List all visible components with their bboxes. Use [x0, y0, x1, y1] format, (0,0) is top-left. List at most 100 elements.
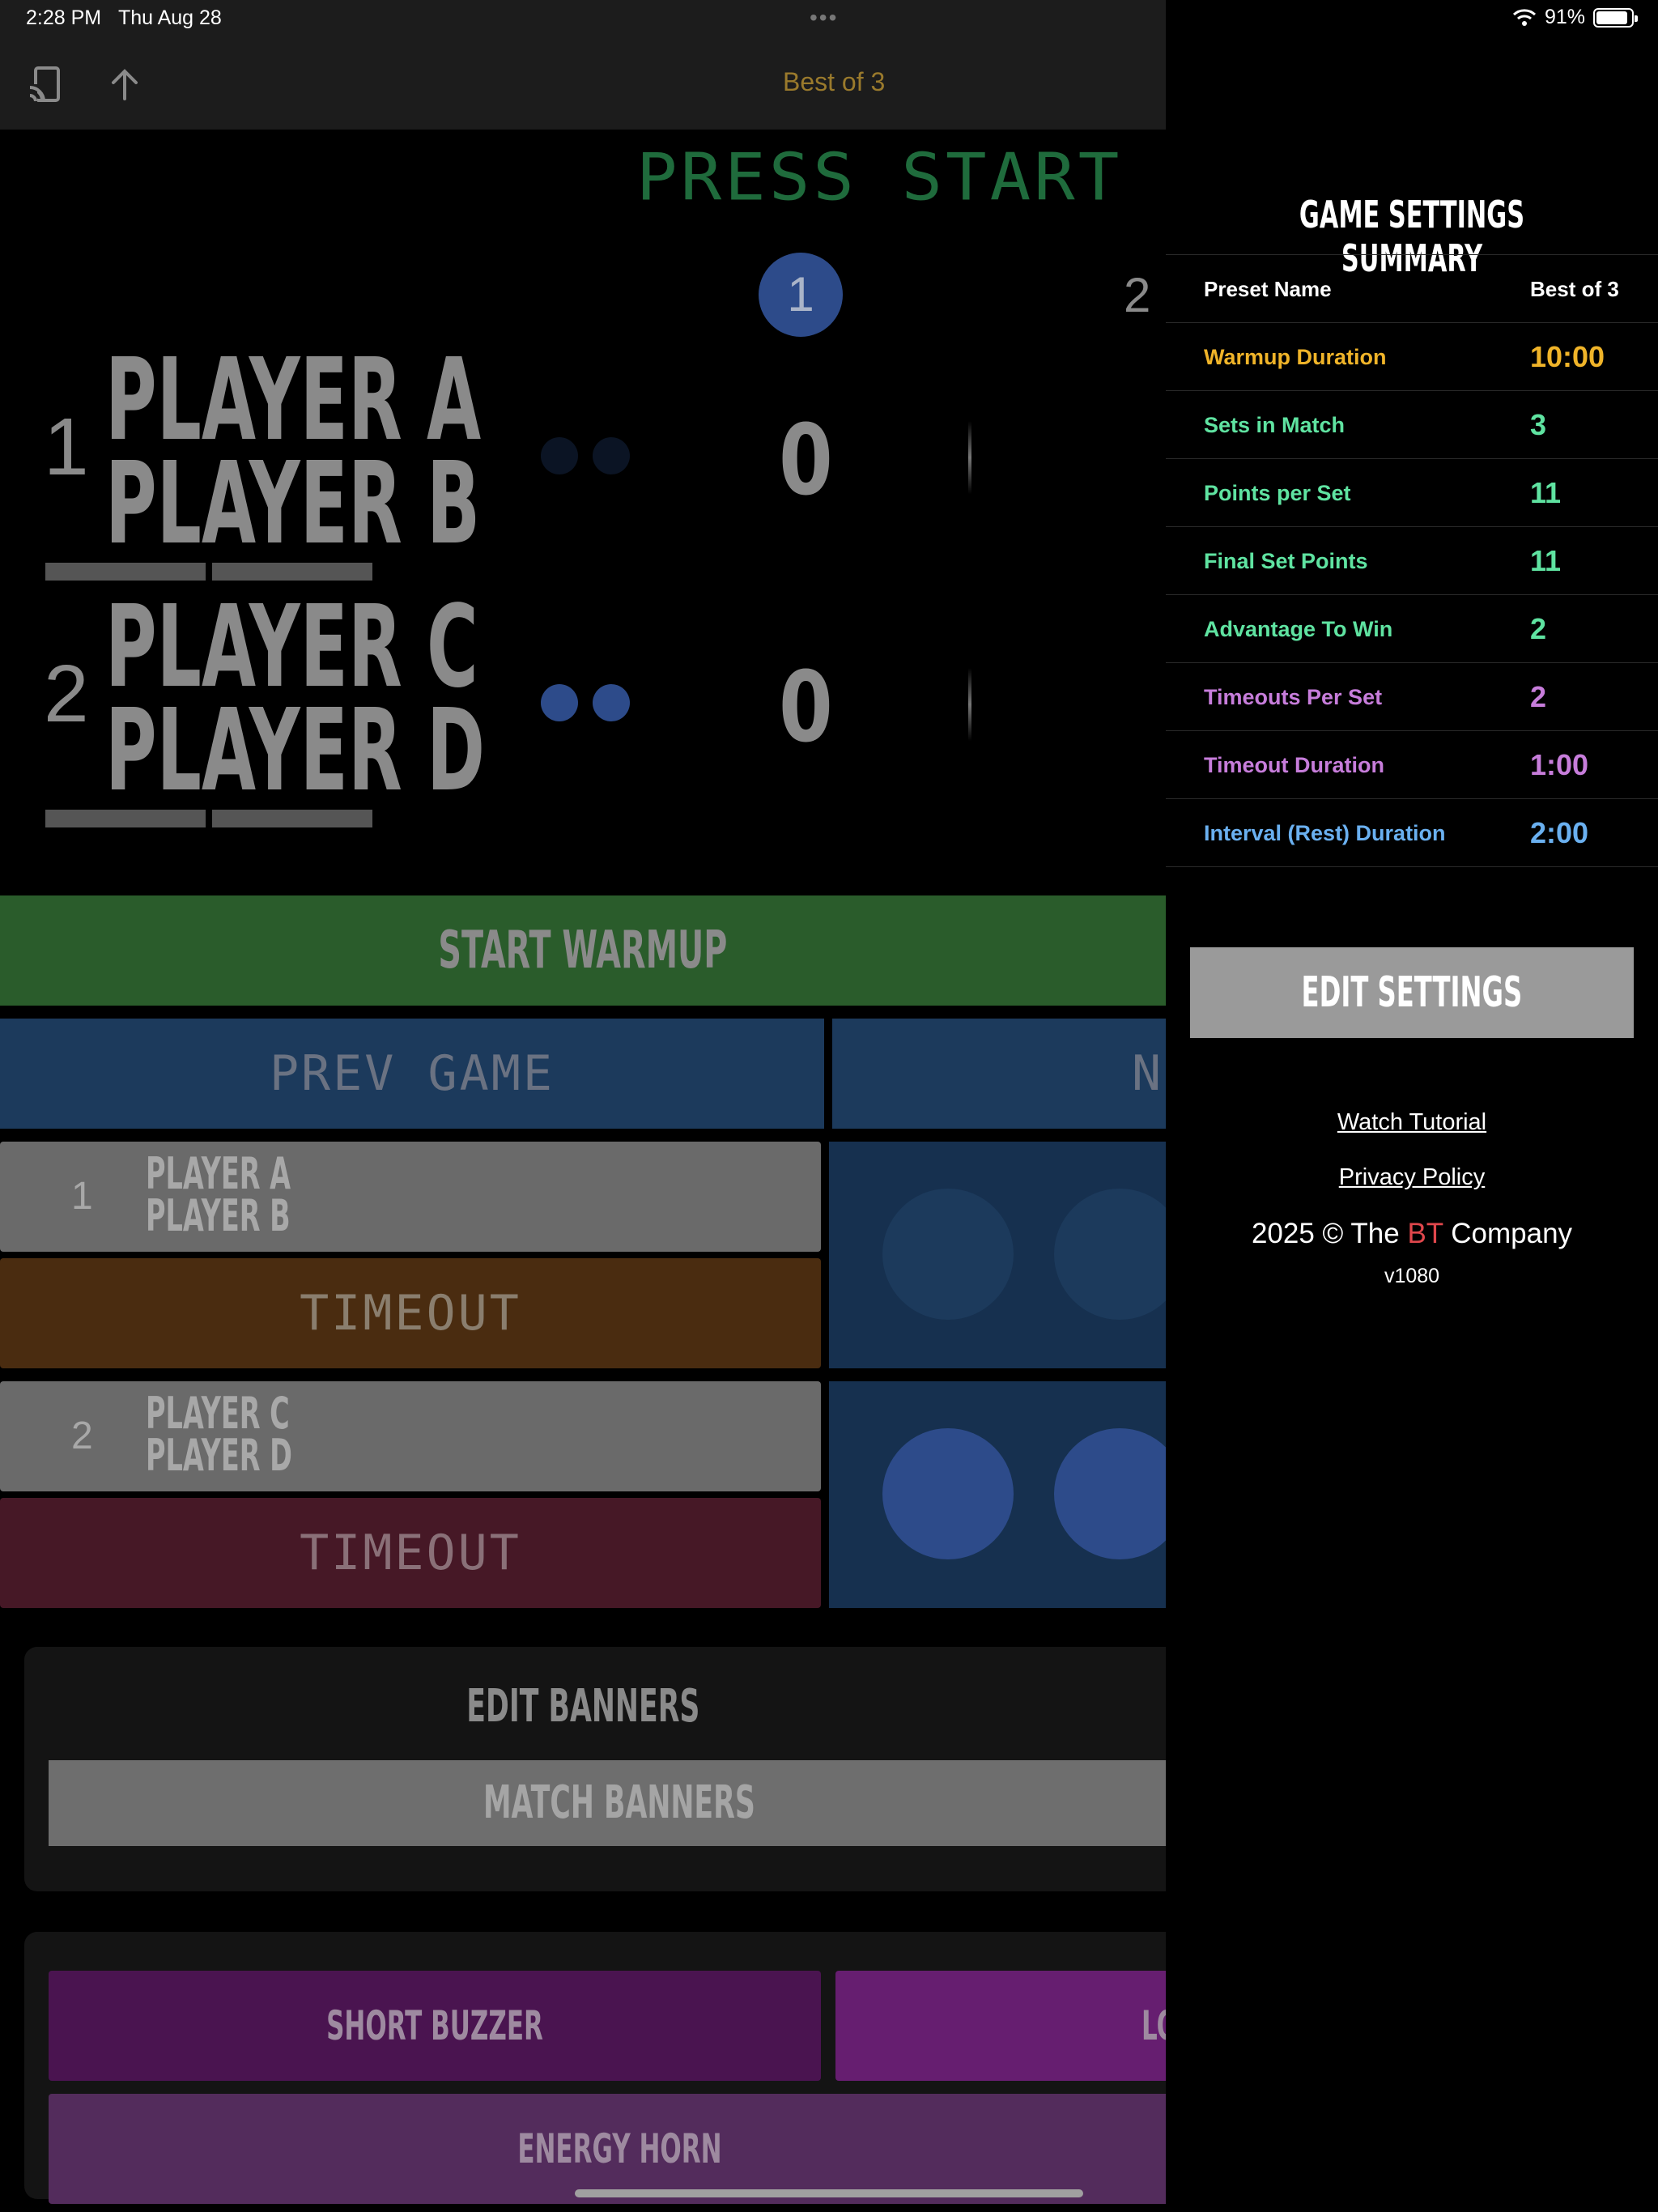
- settings-row-value: 2:00: [1530, 816, 1589, 849]
- long-buzzer-button[interactable]: LO: [835, 1971, 1166, 2081]
- settings-row-value: 11: [1530, 476, 1562, 509]
- copyright-brand: BT: [1407, 1218, 1443, 1249]
- status-right: 91%: [1512, 6, 1638, 29]
- team-1-row-player-1: PLAYER A: [146, 1148, 291, 1199]
- team-1-score: 0: [779, 405, 833, 517]
- watch-tutorial-link[interactable]: Watch Tutorial: [1166, 1109, 1658, 1136]
- settings-row: Interval (Rest) Duration 2:00: [1166, 799, 1658, 867]
- team-2-serve-dot-2: [593, 684, 630, 721]
- edit-settings-label: EDIT SETTINGS: [1301, 968, 1523, 1017]
- next-set-label: 2: [1124, 268, 1151, 322]
- nav-title: Best of 3: [783, 67, 886, 96]
- settings-row: Timeouts Per Set 2: [1166, 663, 1658, 731]
- settings-row: Points per Set 11: [1166, 459, 1658, 527]
- energy-horn-button[interactable]: ENERGY HORN: [49, 2094, 1166, 2204]
- team-2-row[interactable]: 2 PLAYER C PLAYER D: [0, 1381, 821, 1491]
- settings-row-label: Points per Set: [1204, 481, 1351, 505]
- settings-table: Preset Name Best of 3 Warmup Duration 10:00…: [1166, 254, 1658, 867]
- team-1-number: 1: [44, 402, 89, 492]
- team-2-timeout-bar-1: [45, 810, 206, 827]
- team-1-serve-dot-2: [593, 437, 630, 474]
- cast-icon[interactable]: [28, 65, 63, 105]
- settings-row-label: Preset Name: [1204, 277, 1332, 301]
- team-2-row-player-2: PLAYER D: [146, 1430, 292, 1481]
- team-2-player-2: PLAYER D: [105, 685, 486, 817]
- team-2-timeout-label: TIMEOUT: [300, 1525, 521, 1581]
- team-2-row-number: 2: [71, 1414, 93, 1457]
- start-warmup-button[interactable]: START WARMUP: [0, 895, 1166, 1006]
- share-arrow-up-icon[interactable]: [107, 65, 142, 105]
- team-1-timeout-button[interactable]: TIMEOUT: [0, 1258, 821, 1368]
- settings-row: Final Set Points 11: [1166, 527, 1658, 595]
- long-buzzer-label: LO: [1141, 2002, 1166, 2049]
- energy-horn-label: ENERGY HORN: [517, 2125, 722, 2172]
- settings-row-label: Advantage To Win: [1204, 617, 1393, 641]
- settings-row-value: 10:00: [1530, 340, 1605, 373]
- press-start-message: PRESS START: [636, 139, 1123, 215]
- battery-level: [1596, 11, 1628, 24]
- multitasking-dots-icon[interactable]: •••: [810, 5, 838, 31]
- prev-game-label: PREV GAME: [269, 1045, 555, 1102]
- wifi-icon: [1512, 8, 1536, 26]
- settings-row-label: Timeouts Per Set: [1204, 685, 1383, 709]
- battery-icon: [1593, 7, 1638, 28]
- team-1-row-names: PLAYER A PLAYER B: [146, 1148, 291, 1241]
- app-version: v1080: [1384, 1265, 1440, 1287]
- home-indicator[interactable]: [575, 2189, 1083, 2197]
- status-clock: 2:28 PM: [26, 6, 102, 29]
- settings-row: Advantage To Win 2: [1166, 595, 1658, 663]
- battery-percent: 91%: [1544, 6, 1585, 28]
- status-bar: 2:28 PM Thu Aug 28 ••• 91%: [0, 0, 1658, 37]
- team-1-serve-circle-2[interactable]: [1054, 1189, 1166, 1320]
- short-buzzer-label: SHORT BUZZER: [326, 2002, 543, 2049]
- settings-row-value: 1:00: [1530, 748, 1589, 781]
- status-date: Thu Aug 28: [117, 6, 222, 29]
- team-1-serve-circle-1[interactable]: [882, 1189, 1014, 1320]
- team-1-timeout-bar-2: [212, 563, 372, 581]
- copyright-suffix: Company: [1443, 1218, 1573, 1249]
- edit-settings-button[interactable]: EDIT SETTINGS: [1190, 947, 1634, 1038]
- settings-sidebar: GAME SETTINGS SUMMARY Preset Name Best of…: [1166, 0, 1658, 2212]
- start-warmup-label: START WARMUP: [438, 921, 728, 981]
- copyright-prefix: 2025 © The: [1251, 1218, 1408, 1249]
- match-banners-button[interactable]: MATCH BANNERS: [49, 1760, 1166, 1846]
- settings-row: Warmup Duration 10:00: [1166, 323, 1658, 391]
- next-game-label: NE: [1132, 1045, 1166, 1102]
- copyright: 2025 © The BT Company: [1166, 1218, 1658, 1250]
- settings-row-label: Interval (Rest) Duration: [1204, 821, 1446, 845]
- scoreboard-app: Best of 3 PRESS START 1 2 1 PLAYER A PLA…: [0, 0, 1166, 2212]
- status-time: 2:28 PM Thu Aug 28: [26, 6, 222, 30]
- team-2-score: 0: [779, 652, 833, 764]
- team-2-serve-circle-2[interactable]: [1054, 1428, 1166, 1559]
- settings-row-value: 2: [1530, 680, 1547, 713]
- current-set-badge: 1: [759, 253, 843, 337]
- settings-row-value: 11: [1530, 544, 1562, 577]
- settings-row-label: Warmup Duration: [1204, 345, 1387, 369]
- team-2-row-player-1: PLAYER C: [146, 1388, 290, 1439]
- edit-banners-title: EDIT BANNERS: [24, 1679, 1141, 1733]
- team-2-serve-circle-1[interactable]: [882, 1428, 1014, 1559]
- team-2-row-names: PLAYER C PLAYER D: [146, 1388, 292, 1481]
- team-1-row-number: 1: [71, 1175, 93, 1218]
- team-1-serve-dot-1: [541, 437, 578, 474]
- sounds-panel: SHORT BUZZER LO ENERGY HORN: [24, 1932, 1166, 2204]
- team-2-number: 2: [44, 649, 89, 739]
- match-banners-label: MATCH BANNERS: [483, 1776, 755, 1829]
- team-1-row[interactable]: 1 PLAYER A PLAYER B: [0, 1142, 821, 1252]
- settings-row-value: Best of 3: [1530, 277, 1619, 301]
- settings-row-label: Timeout Duration: [1204, 753, 1385, 777]
- team-1-serve-panel[interactable]: [829, 1142, 1166, 1368]
- settings-row-label: Sets in Match: [1204, 413, 1346, 437]
- prev-game-button[interactable]: PREV GAME: [0, 1019, 824, 1129]
- team-2-score-divider: [968, 668, 971, 741]
- short-buzzer-button[interactable]: SHORT BUZZER: [49, 1971, 821, 2081]
- edit-banners-title-text: EDIT BANNERS: [466, 1680, 700, 1733]
- settings-row-label: Final Set Points: [1204, 549, 1368, 573]
- next-game-button[interactable]: NE: [832, 1019, 1166, 1129]
- team-2-timeout-button[interactable]: TIMEOUT: [0, 1498, 821, 1608]
- team-1-score-divider: [968, 421, 971, 494]
- settings-row: Preset Name Best of 3: [1166, 255, 1658, 323]
- team-2-serve-panel[interactable]: [829, 1381, 1166, 1608]
- privacy-policy-link[interactable]: Privacy Policy: [1166, 1164, 1658, 1191]
- team-1-row-player-2: PLAYER B: [146, 1190, 291, 1241]
